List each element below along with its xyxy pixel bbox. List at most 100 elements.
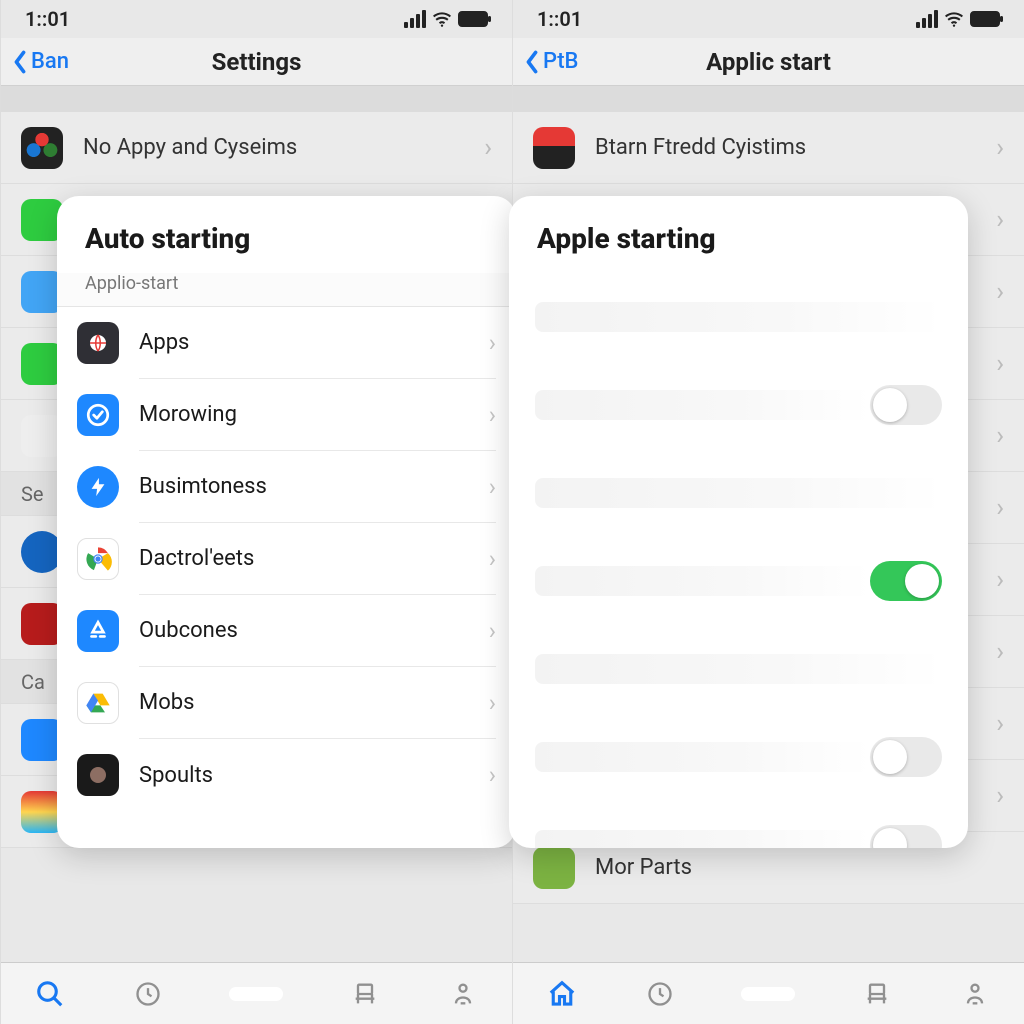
chevron-right-icon: › (996, 637, 1004, 667)
tab-profile[interactable] (446, 977, 480, 1011)
app-icon (21, 127, 63, 169)
toggle-row (509, 625, 968, 713)
list-item-label: Mor Parts (595, 855, 1004, 880)
sheet-item-label: Spoults (139, 763, 469, 788)
blurred-label (535, 390, 870, 420)
sheet-list: Apps › Morowing › (57, 307, 516, 848)
toggle-switch-2[interactable] (870, 737, 942, 777)
sheet-item-spoults[interactable]: Spoults › (57, 739, 516, 811)
tab-chair[interactable] (860, 977, 894, 1011)
circle-pattern-icon (86, 763, 110, 787)
phone-left: 1::01 Ban Settings No Appy and Cyseims › (0, 0, 512, 1024)
chevron-right-icon: › (996, 349, 1004, 379)
app-icon (77, 538, 119, 580)
chevron-right-icon: › (489, 329, 496, 357)
sheet-item-apps[interactable]: Apps › (57, 307, 516, 379)
blurred-label (535, 302, 942, 332)
tab-home[interactable] (545, 977, 579, 1011)
sheet-item-oubcones[interactable]: Oubcones › (57, 595, 516, 667)
person-icon (961, 980, 989, 1008)
modal-sheet-auto-starting: Auto starting Applio-start Apps › (57, 196, 516, 848)
blurred-label (535, 478, 942, 508)
app-icon (533, 847, 575, 889)
chevron-right-icon: › (996, 709, 1004, 739)
status-icons (404, 9, 488, 29)
sheet-item-label: Oubcones (139, 618, 469, 643)
chevron-right-icon: › (996, 133, 1004, 163)
tab-bar (513, 962, 1024, 1024)
sheet-item-dactroveets[interactable]: Dactrol'eets › (57, 523, 516, 595)
toggle-row (509, 361, 968, 449)
back-button[interactable]: PtB (513, 49, 578, 74)
status-bar: 1::01 (513, 0, 1024, 38)
app-icon (77, 322, 119, 364)
toggle-row (509, 273, 968, 361)
appstore-icon (85, 618, 111, 644)
sheet-title: Apple starting (537, 222, 940, 255)
sheet-item-morowing[interactable]: Morowing › (57, 379, 516, 451)
chevron-right-icon: › (489, 761, 496, 789)
sheet-item-label: Apps (139, 330, 469, 355)
status-time: 1::01 (537, 7, 582, 31)
chair-icon (351, 980, 379, 1008)
sheet-item-label: Mobs (139, 690, 469, 715)
back-label: Ban (31, 49, 69, 74)
chevron-right-icon: › (484, 133, 492, 163)
chevron-right-icon: › (996, 421, 1004, 451)
app-icon (77, 610, 119, 652)
sheet-subheader: Applio-start (57, 273, 516, 307)
chevron-right-icon: › (489, 617, 496, 645)
chevron-left-icon (11, 50, 29, 74)
tab-chair[interactable] (348, 977, 382, 1011)
wifi-icon (944, 9, 964, 29)
toggle-switch-0[interactable] (870, 385, 942, 425)
app-icon (77, 394, 119, 436)
chevron-right-icon: › (996, 565, 1004, 595)
nav-header: PtB Applic start (513, 38, 1024, 86)
blurred-label (535, 654, 942, 684)
sheet-toggle-list (509, 273, 968, 848)
toggle-switch-3[interactable] (870, 825, 942, 848)
globe-icon (86, 331, 110, 355)
sheet-header: Auto starting (57, 196, 516, 273)
battery-icon (458, 11, 488, 27)
shield-icon (85, 402, 111, 428)
list-item[interactable]: No Appy and Cyseims › (1, 112, 512, 184)
chevron-left-icon (523, 50, 541, 74)
toggle-row (509, 537, 968, 625)
app-icon (77, 754, 119, 796)
list-item[interactable]: Btarn Ftredd Cyistims › (513, 112, 1024, 184)
nav-header: Ban Settings (1, 38, 512, 86)
page-title: Applic start (513, 48, 1024, 76)
drive-icon (84, 689, 112, 717)
toggle-row (509, 713, 968, 801)
back-button[interactable]: Ban (1, 49, 69, 74)
chevron-right-icon: › (996, 277, 1004, 307)
tab-search[interactable] (33, 977, 67, 1011)
clock-icon (134, 980, 162, 1008)
sheet-item-label: Morowing (139, 402, 469, 427)
sheet-item-busimtoness[interactable]: Busimtoness › (57, 451, 516, 523)
sheet-title: Auto starting (85, 222, 488, 255)
tab-clock[interactable] (131, 977, 165, 1011)
home-icon (547, 979, 577, 1009)
sheet-item-label: Busimtoness (139, 474, 469, 499)
tab-bar (1, 962, 512, 1024)
toggle-row (509, 449, 968, 537)
blurred-label (535, 830, 870, 848)
app-icon (533, 127, 575, 169)
person-icon (449, 980, 477, 1008)
status-time: 1::01 (25, 7, 70, 31)
phone-right: 1::01 PtB Applic start Btarn Ftredd Cyis… (512, 0, 1024, 1024)
home-indicator (229, 987, 283, 1001)
chevron-right-icon: › (489, 473, 496, 501)
tab-profile[interactable] (958, 977, 992, 1011)
toggle-row (509, 801, 968, 848)
toggle-switch-1[interactable] (870, 561, 942, 601)
tab-clock[interactable] (643, 977, 677, 1011)
chevron-right-icon: › (996, 493, 1004, 523)
sheet-item-mobs[interactable]: Mobs › (57, 667, 516, 739)
search-icon (35, 979, 65, 1009)
clock-icon (646, 980, 674, 1008)
wifi-icon (432, 9, 452, 29)
